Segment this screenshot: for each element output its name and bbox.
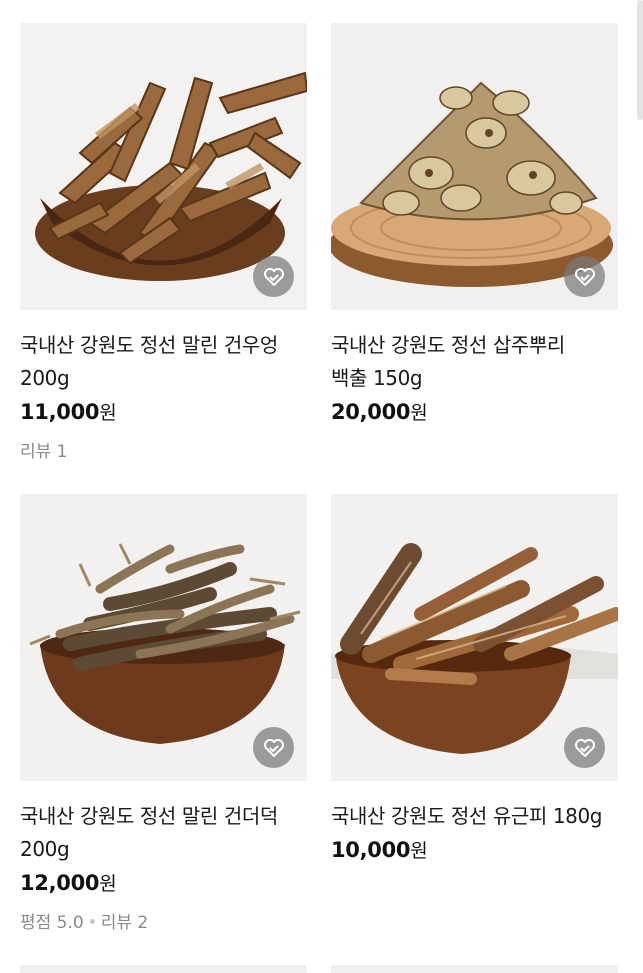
product-title[interactable]: 국내산 강원도 정선 유근피 180g (331, 800, 618, 833)
product-title-line1: 국내산 강원도 정선 유근피 180g (331, 804, 603, 828)
product-card[interactable]: 국내산 강원도 정선 말린 건더덕 200g 12,000원 평점 5.0 리뷰 … (20, 494, 307, 933)
wishlist-button[interactable] (564, 256, 605, 297)
price-amount: 10,000 (331, 838, 411, 862)
price-currency: 원 (410, 402, 428, 424)
rating: 평점 5.0 (20, 913, 84, 933)
review-count: 리뷰 2 (100, 913, 149, 933)
heart-check-icon (574, 267, 595, 286)
wishlist-button[interactable] (253, 256, 294, 297)
product-price: 11,000원 (20, 398, 307, 425)
product-image[interactable] (331, 23, 618, 310)
price-currency: 원 (99, 873, 117, 895)
product-title-line2: 200g (20, 837, 70, 861)
product-title-line1: 국내산 강원도 정선 말린 건더덕 (20, 804, 278, 828)
product-title[interactable]: 국내산 강원도 정선 삽주뿌리 백출 150g (331, 329, 618, 395)
product-image[interactable] (20, 494, 307, 781)
review-count: 리뷰 1 (20, 442, 68, 462)
product-image[interactable] (20, 23, 307, 310)
price-amount: 20,000 (331, 400, 411, 424)
wishlist-button[interactable] (564, 727, 605, 768)
product-meta: 평점 5.0 리뷰 2 (20, 908, 307, 933)
product-title-line2: 200g (20, 366, 70, 390)
product-price: 20,000원 (331, 398, 618, 425)
product-meta: 리뷰 1 (20, 437, 307, 462)
product-price: 12,000원 (20, 869, 307, 896)
product-title-line1: 국내산 강원도 정선 삽주뿌리 (331, 333, 565, 357)
price-amount: 12,000 (20, 871, 100, 895)
product-card-partial[interactable] (331, 965, 618, 973)
product-card[interactable]: 국내산 강원도 정선 말린 건우엉 200g 11,000원 리뷰 1 (20, 23, 307, 462)
separator-dot (89, 918, 95, 924)
product-card[interactable]: 국내산 강원도 정선 삽주뿌리 백출 150g 20,000원 (331, 23, 618, 425)
price-currency: 원 (99, 402, 117, 424)
wishlist-button[interactable] (253, 727, 294, 768)
product-image[interactable] (331, 494, 618, 781)
product-title-line1: 국내산 강원도 정선 말린 건우엉 (20, 333, 278, 357)
product-card-partial[interactable] (20, 965, 307, 973)
product-title[interactable]: 국내산 강원도 정선 말린 건우엉 200g (20, 329, 307, 395)
product-price: 10,000원 (331, 836, 618, 863)
product-card[interactable]: 국내산 강원도 정선 유근피 180g 10,000원 (331, 494, 618, 863)
scrollbar[interactable] (637, 0, 643, 120)
product-title-line2: 백출 150g (331, 366, 423, 390)
price-amount: 11,000 (20, 400, 100, 424)
price-currency: 원 (410, 840, 428, 862)
heart-check-icon (263, 267, 284, 286)
product-title[interactable]: 국내산 강원도 정선 말린 건더덕 200g (20, 800, 307, 866)
heart-check-icon (263, 738, 284, 757)
heart-check-icon (574, 738, 595, 757)
